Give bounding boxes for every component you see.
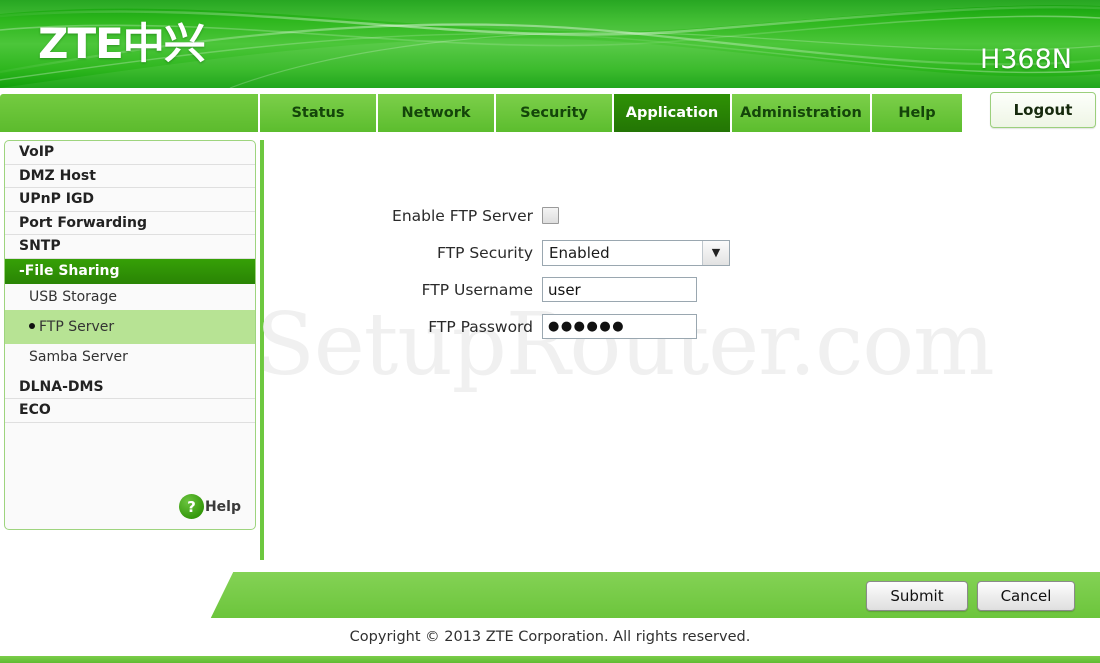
- ftp-security-select[interactable]: Enabled ▼: [542, 239, 730, 266]
- ftp-username-input[interactable]: [542, 277, 697, 302]
- tab-administration[interactable]: Administration: [732, 94, 870, 132]
- tab-status[interactable]: Status: [260, 94, 376, 132]
- row-enable-ftp-server: Enable FTP Server: [264, 200, 1100, 231]
- ftp-password-label: FTP Password: [428, 317, 533, 336]
- ftp-username-label: FTP Username: [421, 280, 533, 299]
- router-model-label: H368N: [979, 44, 1072, 75]
- copyright-bar: Copyright © 2013 ZTE Corporation. All ri…: [0, 618, 1100, 656]
- footer-action-bar: Submit Cancel: [0, 572, 1100, 618]
- main-navigation: Status Network Security Application Admi…: [0, 88, 1100, 132]
- copyright-text: Copyright © 2013 ZTE Corporation. All ri…: [349, 629, 751, 645]
- selected-bullet-icon: [29, 322, 35, 329]
- row-ftp-security: FTP Security Enabled ▼: [264, 237, 1100, 268]
- tab-application[interactable]: Application: [614, 94, 730, 132]
- cancel-button[interactable]: Cancel: [977, 581, 1075, 611]
- sidebar-item-ftp-server-label: FTP Server: [39, 318, 115, 335]
- sidebar-item-voip[interactable]: VoIP: [5, 141, 255, 165]
- nav-tab-list: Status Network Security Application Admi…: [258, 94, 962, 132]
- row-ftp-password: FTP Password: [264, 311, 1100, 342]
- ftp-server-form: Enable FTP Server FTP Security Enabled ▼…: [264, 140, 1100, 348]
- sidebar-item-ftp-server[interactable]: FTP Server: [5, 309, 255, 344]
- sidebar-item-samba-server[interactable]: Samba Server: [5, 344, 255, 370]
- sidebar-item-sntp[interactable]: SNTP: [5, 235, 255, 259]
- content-panel: SetupRouter.com Enable FTP Server FTP Se…: [256, 140, 1096, 560]
- page-body: VoIP DMZ Host UPnP IGD Port Forwarding S…: [0, 132, 1100, 572]
- enable-ftp-server-label: Enable FTP Server: [392, 206, 533, 225]
- help-label: Help: [204, 498, 241, 515]
- enable-ftp-server-checkbox[interactable]: [542, 207, 559, 224]
- sidebar-item-usb-storage[interactable]: USB Storage: [5, 284, 255, 310]
- sidebar-item-dlna-dms[interactable]: DLNA-DMS: [5, 376, 255, 399]
- row-ftp-username: FTP Username: [264, 274, 1100, 305]
- sidebar-menu: VoIP DMZ Host UPnP IGD Port Forwarding S…: [4, 140, 256, 530]
- sidebar-item-file-sharing[interactable]: -File Sharing: [5, 258, 255, 284]
- sidebar-item-upnp-igd[interactable]: UPnP IGD: [5, 188, 255, 212]
- nav-left-filler: [0, 94, 258, 132]
- sidebar-item-eco[interactable]: ECO: [5, 399, 255, 423]
- bottom-green-strip: [0, 656, 1100, 663]
- logout-button[interactable]: Logout: [990, 92, 1096, 128]
- sidebar-item-dmz-host[interactable]: DMZ Host: [5, 165, 255, 188]
- ftp-security-label: FTP Security: [436, 243, 533, 262]
- sidebar-item-port-forwarding[interactable]: Port Forwarding: [5, 212, 255, 235]
- help-link[interactable]: ? Help: [178, 494, 241, 519]
- chevron-down-icon: ▼: [702, 240, 729, 265]
- submit-button[interactable]: Submit: [866, 581, 968, 611]
- footer-green-slab: [252, 572, 1100, 618]
- tab-network[interactable]: Network: [378, 94, 494, 132]
- page-header: ZTE中兴 H368N: [0, 0, 1100, 88]
- zte-logo: ZTE中兴: [38, 19, 206, 68]
- tab-help[interactable]: Help: [872, 94, 962, 132]
- tab-security[interactable]: Security: [496, 94, 612, 132]
- ftp-security-value: Enabled: [549, 243, 610, 262]
- ftp-password-input[interactable]: [542, 314, 697, 339]
- question-mark-icon: ?: [178, 494, 204, 519]
